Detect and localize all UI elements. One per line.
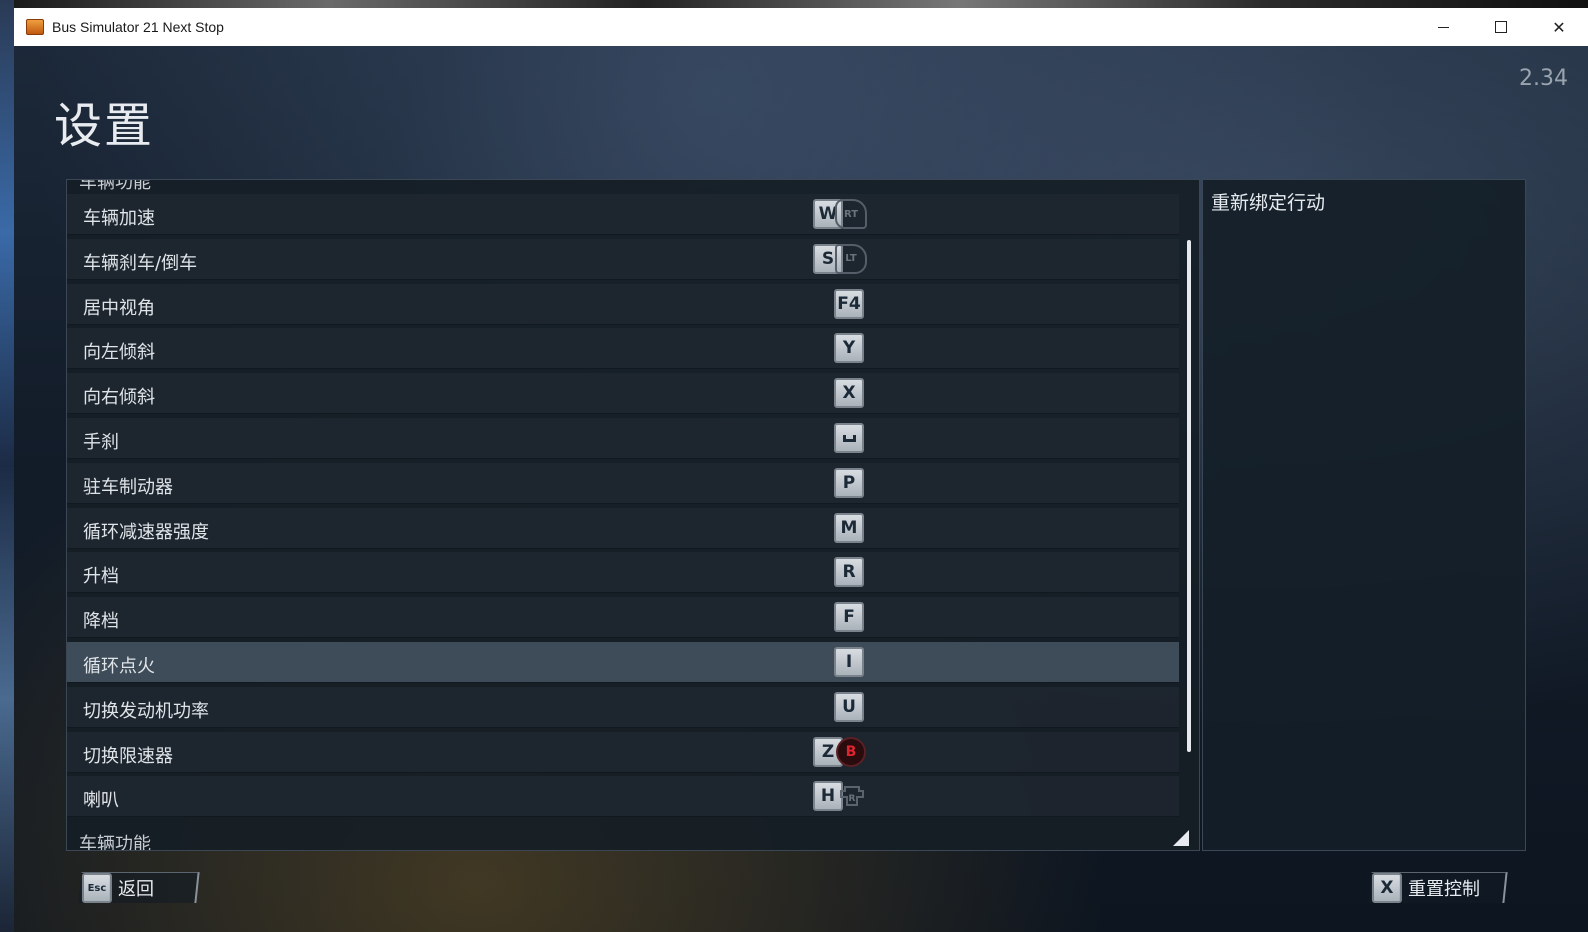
rebind-panel-title: 重新绑定行动 — [1211, 192, 1326, 214]
binding-label: 循环减速器强度 — [83, 521, 209, 543]
keyboard-key[interactable]: Y — [834, 333, 864, 364]
binding-label: 手刹 — [83, 432, 119, 453]
binding-row[interactable]: 升档 R — [67, 552, 1179, 594]
binding-label: 车辆刹车/倒车 — [83, 252, 198, 274]
reset-controls-label: 重置控制 — [1407, 879, 1480, 900]
esc-key-icon: Esc — [81, 873, 112, 903]
next-section-header: 车辆功能 — [79, 834, 151, 851]
binding-label: 降档 — [83, 611, 119, 633]
window-title: Bus Simulator 21 Next Stop — [52, 19, 224, 35]
binding-label: 向右倾斜 — [83, 387, 155, 409]
close-icon: ✕ — [1552, 17, 1566, 37]
binding-row[interactable]: 循环减速器强度 M — [67, 507, 1179, 549]
binding-row[interactable]: 手刹 — [67, 418, 1179, 459]
close-button[interactable]: ✕ — [1530, 8, 1588, 46]
binding-row[interactable]: 居中视角 F4 — [67, 283, 1179, 325]
reset-controls-button[interactable]: X 重置控制 — [1368, 872, 1508, 903]
scrollbar[interactable] — [1187, 240, 1191, 752]
app-window: Bus Simulator 21 Next Stop ✕ 设置 2.34 车辆功… — [14, 8, 1588, 932]
keyboard-key[interactable]: M — [834, 512, 864, 543]
binding-label: 循环点火 — [83, 656, 155, 677]
keyboard-key[interactable]: F4 — [834, 288, 864, 319]
minimize-icon — [1437, 26, 1449, 28]
keyboard-key[interactable]: I — [834, 647, 864, 677]
section-header-partial: 车辆功能 — [79, 179, 151, 193]
binding-label: 喇叭 — [83, 790, 119, 812]
binding-row[interactable]: 降档 F — [67, 597, 1179, 639]
right-stick-label: R — [849, 794, 856, 804]
keyboard-key[interactable]: U — [834, 691, 864, 722]
minimize-button[interactable] — [1414, 8, 1472, 46]
bindings-list[interactable]: 车辆功能 车辆加速 W RT 车辆刹车/倒车 S LT 居中视角 F4 向左倾斜 Y 向右倾斜 X 手刹… — [66, 179, 1200, 851]
binding-row[interactable]: 切换限速器 Z B — [67, 731, 1179, 773]
keyboard-key[interactable]: R — [834, 557, 864, 588]
binding-row[interactable]: 循环点火 I — [67, 642, 1179, 683]
space-glyph-icon — [842, 434, 856, 442]
binding-label: 驻车制动器 — [83, 476, 173, 498]
gamepad-right-stick-icon[interactable]: R — [837, 781, 867, 811]
back-button[interactable]: Esc 返回 — [78, 872, 200, 903]
binding-row[interactable]: 喇叭 H R — [67, 776, 1179, 818]
rebind-panel: 重新绑定行动 — [1202, 179, 1526, 851]
binding-label: 车辆加速 — [83, 208, 155, 229]
binding-label: 升档 — [83, 566, 119, 588]
x-key-icon: X — [1371, 873, 1402, 903]
maximize-icon — [1495, 21, 1507, 33]
resize-corner-icon — [1173, 830, 1189, 846]
version-label: 2.34 — [1519, 66, 1568, 91]
binding-row[interactable]: 车辆加速 W RT — [67, 194, 1179, 235]
keyboard-key[interactable]: F — [834, 602, 864, 633]
title-bar: Bus Simulator 21 Next Stop ✕ — [14, 8, 1588, 46]
binding-row[interactable]: 向左倾斜 Y — [67, 328, 1179, 370]
binding-row[interactable]: 切换发动机功率 U — [67, 686, 1179, 728]
settings-screen: 设置 2.34 车辆功能 车辆加速 W RT 车辆刹车/倒车 S LT 居中视角 F4 向左倾斜… — [14, 46, 1588, 932]
desktop-top-edge — [14, 0, 1588, 8]
back-label: 返回 — [117, 879, 154, 900]
binding-label: 居中视角 — [83, 297, 155, 319]
desktop-edge — [0, 0, 14, 932]
binding-label: 向左倾斜 — [83, 342, 155, 364]
window-controls: ✕ — [1414, 8, 1588, 46]
gamepad-rt-icon[interactable]: RT — [835, 199, 867, 229]
binding-row[interactable]: 驻车制动器 P — [67, 462, 1179, 504]
gamepad-lt-icon[interactable]: LT — [835, 243, 867, 274]
page-title: 设置 — [54, 98, 155, 154]
keyboard-key[interactable]: X — [834, 378, 864, 409]
binding-label: 切换限速器 — [83, 745, 173, 767]
binding-row[interactable]: 向右倾斜 X — [67, 373, 1179, 415]
maximize-button[interactable] — [1472, 8, 1530, 46]
bus-app-icon — [26, 19, 44, 35]
gamepad-b-button-icon[interactable]: B — [836, 736, 866, 767]
keyboard-key[interactable]: P — [834, 467, 864, 498]
right-stick-glyph: R — [840, 786, 864, 807]
spacebar-key-icon[interactable] — [834, 423, 864, 453]
binding-label: 切换发动机功率 — [83, 700, 209, 722]
binding-row[interactable]: 车辆刹车/倒车 S LT — [67, 238, 1179, 280]
